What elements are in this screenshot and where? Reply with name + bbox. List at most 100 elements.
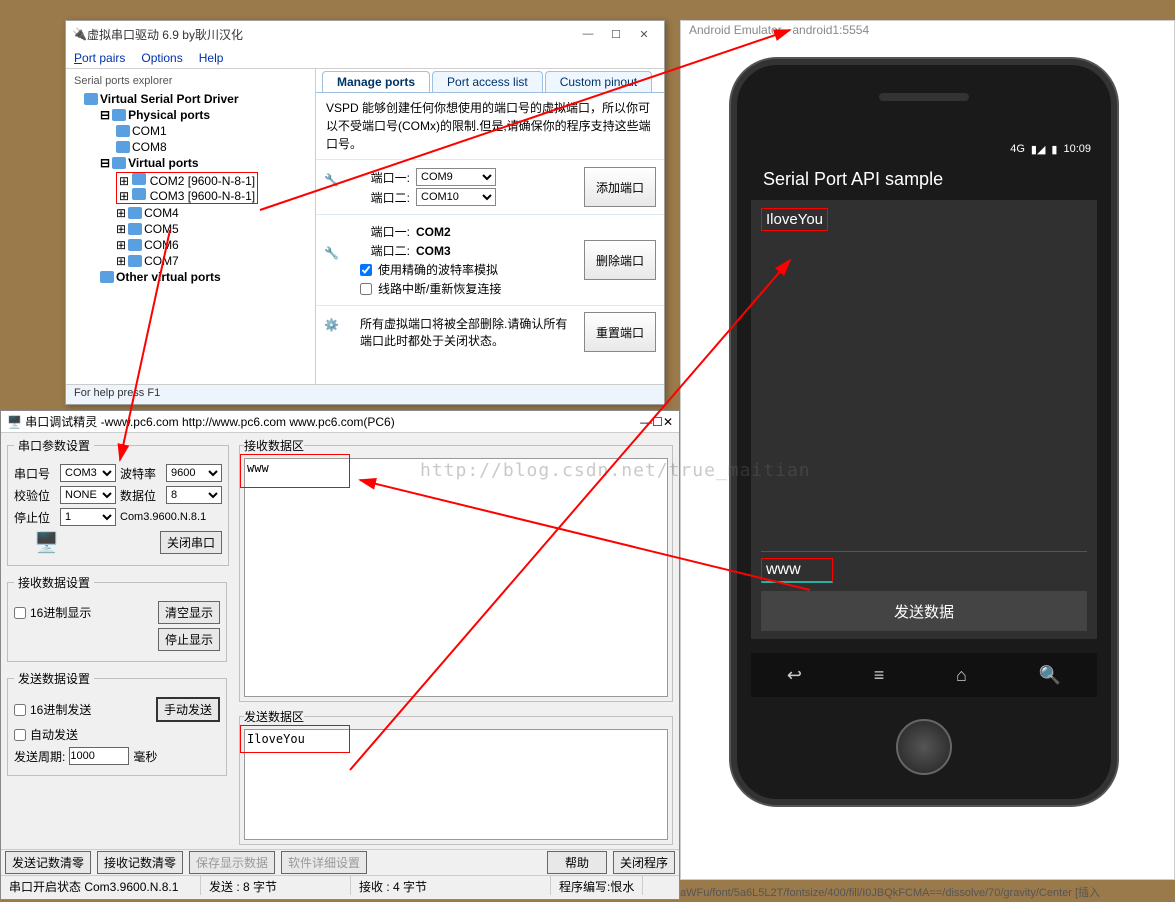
debug-window: 🖥️ 串口调试精灵 -www.pc6.com http://www.pc6.co… [0,410,680,900]
debug-title: 串口调试精灵 -www.pc6.com http://www.pc6.com w… [25,413,394,430]
btn-save[interactable]: 保存显示数据 [189,851,275,874]
signal-bars-icon: ▮◢ [1031,143,1046,156]
status-rx: 接收 : 4 字节 [351,876,551,895]
statusbar: 串口开启状态 Com3.9600.N.8.1 发送 : 8 字节 接收 : 4 … [1,875,679,895]
add-icon: 🔧 [324,173,352,201]
reset-button[interactable]: 重置端口 [584,312,656,352]
tree-com1[interactable]: COM1 [116,123,313,139]
del-section: 🔧 端口一:COM2 端口二:COM3 使用精确的波特率模拟 线路中断/重新恢复… [316,214,664,305]
port-select[interactable]: COM3 [60,464,116,482]
menu-options[interactable]: Options [141,51,182,65]
watermark: http://blog.csdn.net/true_maitian [420,460,811,481]
android-navbar: ↩ ≡ ⌂ 🔍 [751,653,1097,697]
bottom-url-text: aWFu/font/5a6L5L2T/fontsize/400/fill/I0J… [680,884,1175,900]
btn-clr-tx[interactable]: 发送记数清零 [5,851,91,874]
btn-clr-rx[interactable]: 接收记数清零 [97,851,183,874]
send-button[interactable]: 发送数据 [761,591,1087,631]
databits-select[interactable]: 8 [166,486,222,504]
rx-textarea[interactable]: www [244,458,668,697]
del-port2-val: COM3 [416,244,451,258]
tree-com5[interactable]: ⊞ COM5 [116,221,313,237]
vspd-window: 🔌 虚拟串口驱动 6.9 by耿川汉化 — ☐ ✕ PPort pairsort… [65,20,665,405]
tree-com8[interactable]: COM8 [116,139,313,155]
tree-other[interactable]: Other virtual ports [100,269,313,285]
dbg-min[interactable]: — [640,415,652,429]
home-button[interactable] [896,719,952,775]
tree-com2[interactable]: ⊞ COM2 [9600-N-8-1] [119,173,255,188]
status-open: 串口开启状态 Com3.9600.N.8.1 [1,876,201,895]
reset-desc: 所有虚拟端口将被全部删除.请确认所有端口此时都处于关闭状态。 [360,315,576,349]
tree-pair-box: ⊞ COM2 [9600-N-8-1] ⊞ COM3 [9600-N-8-1] [116,171,313,205]
btn-manual[interactable]: 手动发送 [156,697,220,722]
android-statusbar: 4G ▮◢ ▮ 10:09 [751,139,1097,159]
del-port-button[interactable]: 删除端口 [584,240,656,280]
btn-detail[interactable]: 软件详细设置 [281,851,367,874]
reset-icon: ⚙️ [324,318,352,346]
earpiece [879,93,969,101]
baud-select[interactable]: 9600 [166,464,222,482]
phone-screen: 4G ▮◢ ▮ 10:09 Serial Port API sample Ilo… [751,139,1097,639]
parity-select[interactable]: NONE [60,486,116,504]
send-input[interactable] [761,558,833,583]
app-title: Serial Port API sample [751,159,1097,200]
tx-textarea[interactable]: IloveYou [244,729,668,840]
vspd-footer: For help press F1 [66,384,664,404]
home-icon[interactable]: ⌂ [956,665,967,686]
signal-icon: 4G [1010,143,1025,155]
tab-custom[interactable]: Custom pinout [545,71,652,92]
close-port-button[interactable]: 关闭串口 [160,531,222,554]
menu-icon[interactable]: ≡ [874,665,885,686]
btn-quit[interactable]: 关闭程序 [613,851,675,874]
minimize-button[interactable]: — [574,24,602,44]
right-pane: Manage ports Port access list Custom pin… [316,69,664,384]
menu-help[interactable]: Help [199,51,224,65]
chk-break[interactable] [360,283,372,295]
btn-clrdisp[interactable]: 清空显示 [158,601,220,624]
stop-select[interactable]: 1 [60,508,116,526]
vspd-titlebar: 🔌 虚拟串口驱动 6.9 by耿川汉化 — ☐ ✕ [66,21,664,47]
add-port2-select[interactable]: COM10 [416,188,496,206]
search-icon[interactable]: 🔍 [1039,665,1061,686]
add-section: 🔧 端口一:COM9 端口二:COM10 添加端口 [316,159,664,214]
chk-hexrx[interactable] [14,607,26,619]
chk-baud[interactable] [360,264,372,276]
status-tx: 发送 : 8 字节 [201,876,351,895]
vspd-menubar: PPort pairsort pairs Options Help [66,47,664,69]
battery-icon: ▮ [1051,143,1057,156]
app-body: IloveYou 发送数据 [751,200,1097,639]
period-input[interactable] [69,747,129,765]
maximize-button[interactable]: ☐ [602,24,630,44]
btn-stopdisp[interactable]: 停止显示 [158,628,220,651]
back-icon[interactable]: ↩ [787,665,802,686]
grp-param: 串口参数设置 串口号COM3 波特率9600 校验位NONE 数据位8 停止位1… [7,437,229,566]
tree-com7[interactable]: ⊞ COM7 [116,253,313,269]
tree-virtual[interactable]: ⊟ Virtual ports [100,155,313,171]
phone-frame: 4G ▮◢ ▮ 10:09 Serial Port API sample Ilo… [729,57,1119,807]
del-port1-val: COM2 [416,225,451,239]
grp-txset: 发送数据设置 16进制发送 手动发送 自动发送 发送周期:毫秒 [7,670,227,776]
menu-portpairs[interactable]: PPort pairsort pairs [74,51,125,65]
tree-com4[interactable]: ⊞ COM4 [116,205,313,221]
debug-titlebar: 🖥️ 串口调试精灵 -www.pc6.com http://www.pc6.co… [1,411,679,433]
tree-com3[interactable]: ⊞ COM3 [9600-N-8-1] [119,188,255,203]
close-button[interactable]: ✕ [630,24,658,44]
chk-hextx[interactable] [14,704,26,716]
tree-root[interactable]: Virtual Serial Port Driver [84,91,313,107]
dbg-max[interactable]: ☐ [652,415,663,429]
add-port1-select[interactable]: COM9 [416,168,496,186]
tab-access[interactable]: Port access list [432,71,543,92]
btn-help[interactable]: 帮助 [547,851,607,874]
add-port-button[interactable]: 添加端口 [584,167,656,207]
tabbar: Manage ports Port access list Custom pin… [316,69,664,93]
tree-com6[interactable]: ⊞ COM6 [116,237,313,253]
dbg-close[interactable]: ✕ [663,415,673,429]
emulator-title: Android Emulator - android1:5554 [681,21,1174,43]
chk-auto[interactable] [14,729,26,741]
reset-section: ⚙️ 所有虚拟端口将被全部删除.请确认所有端口此时都处于关闭状态。 重置端口 [316,305,664,358]
tab-manage[interactable]: Manage ports [322,71,430,92]
tree-physical[interactable]: ⊟ Physical ports [100,107,313,123]
emulator-window: Android Emulator - android1:5554 4G ▮◢ ▮… [680,20,1175,880]
app-icon: 🔌 [72,27,87,41]
vspd-desc: VSPD 能够创建任何你想使用的端口号的虚拟端口，所以你可以不受端口号(COMx… [316,93,664,159]
received-text: IloveYou [761,208,828,231]
